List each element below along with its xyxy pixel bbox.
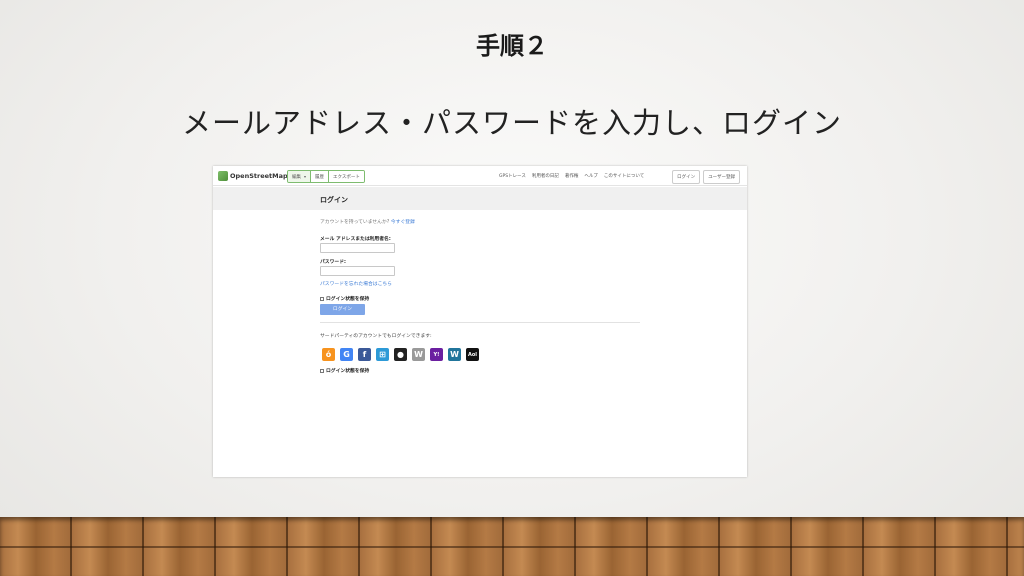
github-icon[interactable]: ● — [394, 348, 407, 361]
osm-logo-icon[interactable] — [218, 171, 228, 181]
wordpress-icon[interactable]: W — [448, 348, 461, 361]
slide-subtitle: メールアドレス・パスワードを入力し、ログイン — [181, 106, 842, 140]
header-login-button[interactable]: ログイン — [672, 170, 701, 184]
nav-gps-traces[interactable]: GPSトレース — [499, 173, 526, 179]
nav-links: GPSトレース 利用者の日記 著作権 ヘルプ このサイトについて — [499, 173, 644, 179]
provider-list: ό G f ⊞ ● W Y! W Aol — [322, 348, 479, 361]
nav-copyright[interactable]: 著作権 — [565, 173, 579, 179]
email-label: メール アドレスまたは利用者名: — [320, 237, 391, 242]
openid-icon[interactable]: ό — [322, 348, 335, 361]
google-icon[interactable]: G — [340, 348, 353, 361]
facebook-icon[interactable]: f — [358, 348, 371, 361]
osm-login-screenshot: OpenStreetMap 編集 ▾ 履歴 エクスポート GPSトレース 利用者の… — [213, 166, 747, 477]
remember-me-checkbox[interactable] — [320, 296, 324, 301]
history-button[interactable]: 履歴 — [311, 171, 330, 182]
header-signup-button[interactable]: ユーザー登録 — [703, 170, 740, 184]
aol-icon[interactable]: Aol — [466, 348, 479, 361]
register-link[interactable]: 今すぐ登録 — [391, 220, 415, 225]
content-heading-bar: ログイン — [213, 187, 747, 210]
third-party-text: サードパーティのアカウントでもログインできます: — [320, 334, 432, 339]
floor-seam — [0, 546, 1024, 548]
chevron-down-icon[interactable]: ▾ — [304, 174, 306, 179]
tool-group: 編集 ▾ 履歴 エクスポート — [287, 170, 365, 183]
wikipedia-icon[interactable]: W — [412, 348, 425, 361]
nav-help[interactable]: ヘルプ — [584, 173, 598, 179]
password-field[interactable] — [320, 266, 395, 276]
remember-me-label: ログイン状態を保持 — [326, 297, 370, 302]
login-button[interactable]: ログイン — [320, 304, 365, 315]
password-label: パスワード: — [320, 260, 346, 265]
auth-buttons: ログイン ユーザー登録 — [672, 170, 740, 184]
nav-about[interactable]: このサイトについて — [604, 173, 644, 179]
remember-me-checkbox-2[interactable] — [320, 368, 324, 373]
brand-name[interactable]: OpenStreetMap — [230, 172, 288, 180]
osm-header: OpenStreetMap 編集 ▾ 履歴 エクスポート GPSトレース 利用者の… — [213, 166, 747, 186]
forgot-password-link[interactable]: パスワードを忘れた場合はこちら — [320, 280, 392, 287]
wooden-floor — [0, 517, 1024, 576]
windows-live-icon[interactable]: ⊞ — [376, 348, 389, 361]
remember-me-label-2: ログイン状態を保持 — [326, 369, 370, 374]
remember-me-row-2: ログイン状態を保持 — [320, 367, 369, 374]
no-account-line: アカウントを持っていませんか? 今すぐ登録 — [320, 218, 415, 225]
nav-user-diaries[interactable]: 利用者の日記 — [532, 173, 559, 179]
yahoo-icon[interactable]: Y! — [430, 348, 443, 361]
remember-me-row: ログイン状態を保持 — [320, 295, 369, 302]
divider — [320, 322, 640, 323]
page-title: ログイン — [320, 196, 348, 204]
email-field[interactable] — [320, 243, 395, 253]
slide-title: 手順２ — [476, 32, 548, 60]
no-account-text: アカウントを持っていませんか? — [320, 220, 390, 225]
edit-button[interactable]: 編集 ▾ — [288, 171, 312, 182]
export-button[interactable]: エクスポート — [329, 171, 364, 182]
